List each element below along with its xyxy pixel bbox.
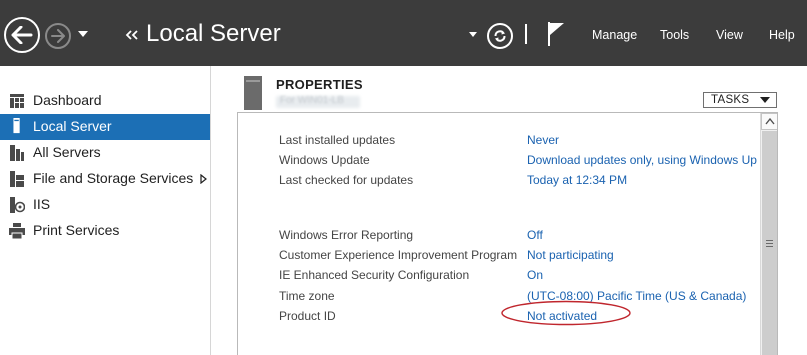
menu-manage[interactable]: Manage [592, 28, 637, 42]
prop-label-product-id: Product ID [279, 309, 336, 323]
sidebar-item-print-services[interactable]: Print Services [0, 218, 210, 244]
tasks-dropdown[interactable]: TASKS [703, 92, 777, 108]
back-arrow-icon [11, 26, 33, 44]
server-tower-icon [244, 76, 262, 110]
sidebar-item-label: Dashboard [33, 92, 102, 108]
page-title: Local Server [146, 20, 281, 47]
prop-label-last-installed-updates: Last installed updates [279, 133, 396, 147]
vertical-scrollbar[interactable] [760, 113, 777, 355]
refresh-button[interactable] [487, 23, 513, 49]
highlight-ellipse [501, 300, 631, 326]
prop-value-ie-esc[interactable]: On [527, 268, 543, 282]
sidebar-item-all-servers[interactable]: All Servers [0, 140, 210, 166]
sidebar-item-label: Print Services [33, 222, 120, 238]
prop-value-ceip[interactable]: Not participating [527, 248, 614, 262]
prop-label-error-reporting: Windows Error Reporting [279, 228, 414, 242]
tasks-label: TASKS [711, 94, 750, 106]
prop-value-last-checked[interactable]: Today at 12:34 PM [527, 173, 627, 187]
refresh-icon [494, 30, 506, 42]
dashboard-icon [10, 94, 24, 108]
menu-tools[interactable]: Tools [660, 28, 689, 42]
forward-arrow-icon [51, 29, 65, 43]
sidebar-item-label: Local Server [33, 118, 112, 134]
all-servers-icon [10, 145, 24, 161]
scroll-up-button[interactable] [761, 113, 777, 130]
chevron-down-icon [760, 97, 770, 103]
local-server-icon [13, 118, 20, 134]
refresh-dropdown-icon[interactable] [468, 30, 478, 38]
prop-value-last-installed-updates[interactable]: Never [527, 133, 559, 147]
sidebar-item-dashboard[interactable]: Dashboard [0, 88, 210, 114]
sidebar: Dashboard Local Server All Servers File … [0, 66, 211, 355]
sidebar-item-file-storage[interactable]: File and Storage Services [0, 166, 210, 192]
file-storage-icon [10, 171, 24, 187]
prop-label-windows-update: Windows Update [279, 153, 370, 167]
forward-button[interactable] [45, 23, 71, 49]
menu-view[interactable]: View [716, 28, 743, 42]
sidebar-item-iis[interactable]: IIS [0, 192, 210, 218]
back-button[interactable] [4, 17, 40, 53]
prop-label-ie-esc: IE Enhanced Security Configuration [279, 268, 470, 282]
prop-label-last-checked: Last checked for updates [279, 173, 414, 187]
sidebar-item-label: File and Storage Services [33, 170, 194, 186]
history-dropdown-icon[interactable] [76, 28, 90, 40]
printer-icon [9, 223, 25, 239]
server-name: For WIN01-LB [280, 95, 344, 106]
title-bar: Local Server Manage Tools View Help [0, 0, 807, 66]
expand-chevron-icon[interactable] [200, 174, 207, 184]
prop-value-error-reporting[interactable]: Off [527, 228, 543, 242]
flag-icon[interactable] [545, 20, 567, 48]
breadcrumb-chevron-icon [125, 30, 138, 40]
chevron-up-icon [765, 118, 775, 125]
sidebar-item-label: All Servers [33, 144, 101, 160]
toolbar-separator [525, 24, 527, 44]
prop-label-ceip: Customer Experience Improvement Program [279, 248, 518, 262]
menu-help[interactable]: Help [769, 28, 795, 42]
iis-icon [10, 197, 25, 213]
properties-panel: Last installed updates Never Windows Upd… [237, 112, 778, 355]
prop-value-windows-update[interactable]: Download updates only, using Windows Up [527, 153, 757, 167]
properties-heading: PROPERTIES [276, 77, 363, 92]
grip-icon [766, 240, 773, 247]
scroll-thumb[interactable] [762, 131, 777, 355]
main-pane: PROPERTIES For WIN01-LB TASKS Last insta… [212, 66, 807, 355]
sidebar-item-label: IIS [33, 196, 51, 212]
prop-label-time-zone: Time zone [279, 289, 335, 303]
sidebar-item-local-server[interactable]: Local Server [0, 114, 210, 140]
